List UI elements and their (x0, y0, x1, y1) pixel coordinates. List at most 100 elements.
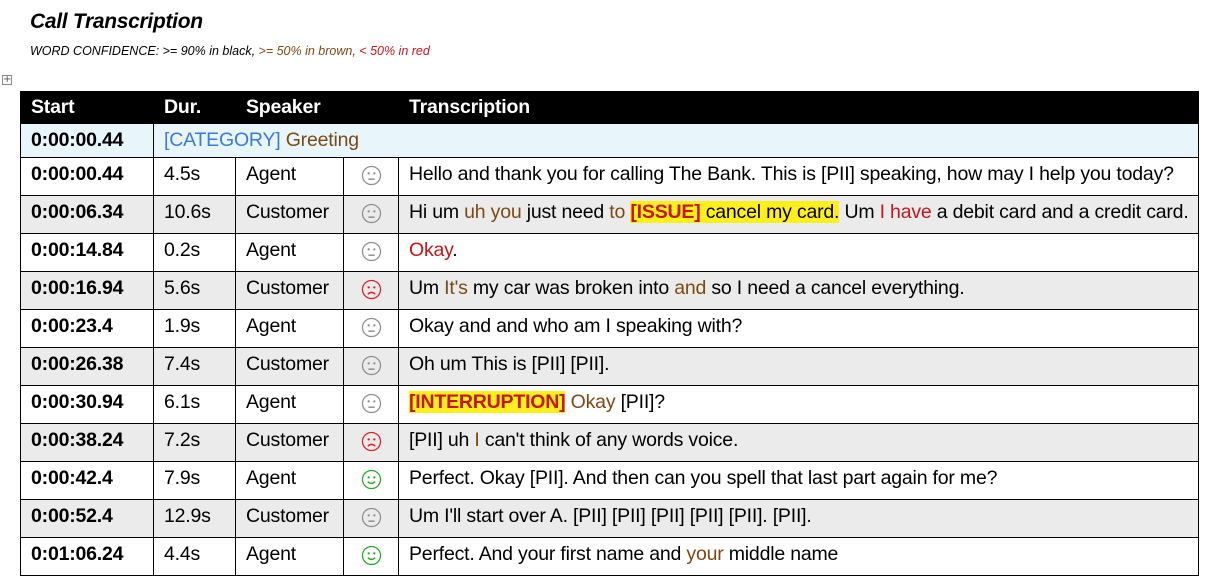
speaker: Agent (235, 537, 344, 576)
table-move-handle-icon[interactable]: + (2, 75, 12, 85)
low-confidence-word: Okay (409, 239, 453, 261)
document-title: Call Transcription (30, 10, 203, 33)
table-row: 0:00:16.94 5.6s Customer Um It's my car was… (20, 271, 1199, 310)
duration: 7.4s (153, 347, 236, 386)
start-time: 0:00:16.94 (20, 271, 154, 310)
sentiment-positive-icon (343, 537, 399, 576)
low-confidence-word: I have (879, 201, 932, 223)
speaker: Customer (235, 347, 344, 386)
sentiment-neutral-icon (343, 195, 399, 234)
transcription-text: Um I'll start over A. [PII] [PII] [PII] … (398, 499, 1199, 538)
low-confidence-word: your (686, 543, 724, 565)
duration: 5.6s (153, 271, 236, 310)
transcription-text: Oh um This is [PII] [PII]. (398, 347, 1199, 386)
start-time: 0:00:14.84 (20, 233, 154, 272)
transcript-segment: can't think of any words voice. (479, 429, 739, 451)
legend-brown: >= 50% in brown, (258, 44, 360, 58)
sentiment-neutral-icon (343, 157, 399, 196)
header-duration: Dur. (153, 91, 236, 124)
category-start: 0:00:00.44 (20, 123, 154, 158)
table-row: 0:00:42.4 7.9s Agent Perfect. Okay [PII]. A… (20, 461, 1199, 500)
speaker: Customer (235, 195, 344, 234)
duration: 12.9s (153, 499, 236, 538)
category-tag: [CATEGORY] (164, 129, 281, 151)
transcript-segment: Hello and thank you for calling The Bank… (409, 163, 1174, 185)
speaker: Agent (235, 461, 344, 500)
transcript-segment: Perfect. And your first name and (409, 543, 687, 565)
sentiment-negative-icon (343, 423, 399, 462)
start-time: 0:00:00.44 (20, 157, 154, 196)
header-speaker: Speaker (235, 91, 399, 124)
transcription-text: Perfect. Okay [PII]. And then can you sp… (398, 461, 1199, 500)
table-row: 0:00:00.44 4.5s Agent Hello and thank you f… (20, 157, 1199, 196)
transcript-segment: Hi um (409, 201, 465, 223)
speaker: Customer (235, 271, 344, 310)
transcription-text: Okay. (398, 233, 1199, 272)
table-row: 0:00:26.38 7.4s Customer Oh um This is [PII… (20, 347, 1199, 386)
table-row: 0:00:14.84 0.2s Agent Okay. (20, 233, 1199, 272)
table-row: 0:00:38.24 7.2s Customer [PII] uh I can't t… (20, 423, 1199, 462)
transcription-text: Okay and and who am I speaking with? (398, 309, 1199, 348)
sentiment-neutral-icon (343, 385, 399, 424)
transcript-segment: [PII]? (615, 391, 666, 413)
transcript-segment: just need (521, 201, 610, 223)
transcript-segment: Um (839, 201, 880, 223)
speaker: Agent (235, 309, 344, 348)
category-name: Greeting (285, 129, 359, 151)
sentiment-neutral-icon (343, 347, 399, 386)
transcription-table: Start Dur. Speaker Transcription 0:00:00… (20, 91, 1199, 576)
low-confidence-word: It's (444, 277, 468, 299)
transcription-text: Perfect. And your first name and your mi… (398, 537, 1199, 576)
start-time: 0:00:06.34 (20, 195, 154, 234)
transcription-text: Um It's my car was broken into and so I … (398, 271, 1199, 310)
sentiment-neutral-icon (343, 499, 399, 538)
table-row: 0:00:30.94 6.1s Agent [INTERRUPTION] Okay [… (20, 385, 1199, 424)
transcription-text: [INTERRUPTION] Okay [PII]? (398, 385, 1199, 424)
speaker: Agent (235, 233, 344, 272)
start-time: 0:00:23.4 (20, 309, 154, 348)
start-time: 0:00:30.94 (20, 385, 154, 424)
issue-tag: [ISSUE] (630, 201, 701, 223)
duration: 4.5s (153, 157, 236, 196)
transcript-segment: Perfect. Okay [PII]. And then can you sp… (409, 467, 998, 489)
start-time: 0:00:52.4 (20, 499, 154, 538)
transcription-text: [PII] uh I can't think of any words voic… (398, 423, 1199, 462)
start-time: 0:00:42.4 (20, 461, 154, 500)
sentiment-neutral-icon (343, 233, 399, 272)
low-confidence-word: uh you (464, 201, 522, 223)
transcript-segment: Um (409, 277, 445, 299)
duration: 1.9s (153, 309, 236, 348)
highlighted-phrase: cancel my card. (700, 201, 840, 223)
header-start: Start (20, 91, 154, 124)
transcript-segment: Um I'll start over A. [PII] [PII] [PII] … (409, 505, 812, 527)
transcript-segment: middle name (723, 543, 839, 565)
legend-red: < 50% in red (359, 44, 430, 58)
transcription-text: Hi um uh you just need to [ISSUE] cancel… (398, 195, 1199, 234)
transcript-segment: my car was broken into (467, 277, 675, 299)
transcript-segment: [PII] uh (409, 429, 475, 451)
table-row: 0:00:23.4 1.9s Agent Okay and and who am I … (20, 309, 1199, 348)
table-row: 0:00:52.4 12.9s Customer Um I'll start over… (20, 499, 1199, 538)
speaker: Customer (235, 499, 344, 538)
transcript-segment: . (452, 239, 458, 261)
duration: 7.9s (153, 461, 236, 500)
confidence-legend: WORD CONFIDENCE: >= 90% in black, >= 50%… (30, 44, 430, 58)
start-time: 0:00:38.24 (20, 423, 154, 462)
transcript-segment: Oh um This is [PII] [PII]. (409, 353, 610, 375)
low-confidence-word: to (609, 201, 626, 223)
sentiment-neutral-icon (343, 309, 399, 348)
duration: 10.6s (153, 195, 236, 234)
transcript-segment: Okay and and who am I speaking with? (409, 315, 743, 337)
table-row: 0:01:06.24 4.4s Agent Perfect. And your fir… (20, 537, 1199, 576)
legend-black: WORD CONFIDENCE: >= 90% in black, (30, 44, 259, 58)
speaker: Agent (235, 385, 344, 424)
transcript-segment: a debit card and a credit card. (931, 201, 1189, 223)
category-row: 0:00:00.44 [CATEGORY] Greeting (20, 123, 1199, 158)
sentiment-negative-icon (343, 271, 399, 310)
start-time: 0:01:06.24 (20, 537, 154, 576)
table-row: 0:00:06.34 10.6s Customer Hi um uh you just… (20, 195, 1199, 234)
header-transcription: Transcription (398, 91, 1199, 124)
low-confidence-word: and (674, 277, 707, 299)
start-time: 0:00:26.38 (20, 347, 154, 386)
transcript-segment: so I need a cancel everything. (706, 277, 965, 299)
